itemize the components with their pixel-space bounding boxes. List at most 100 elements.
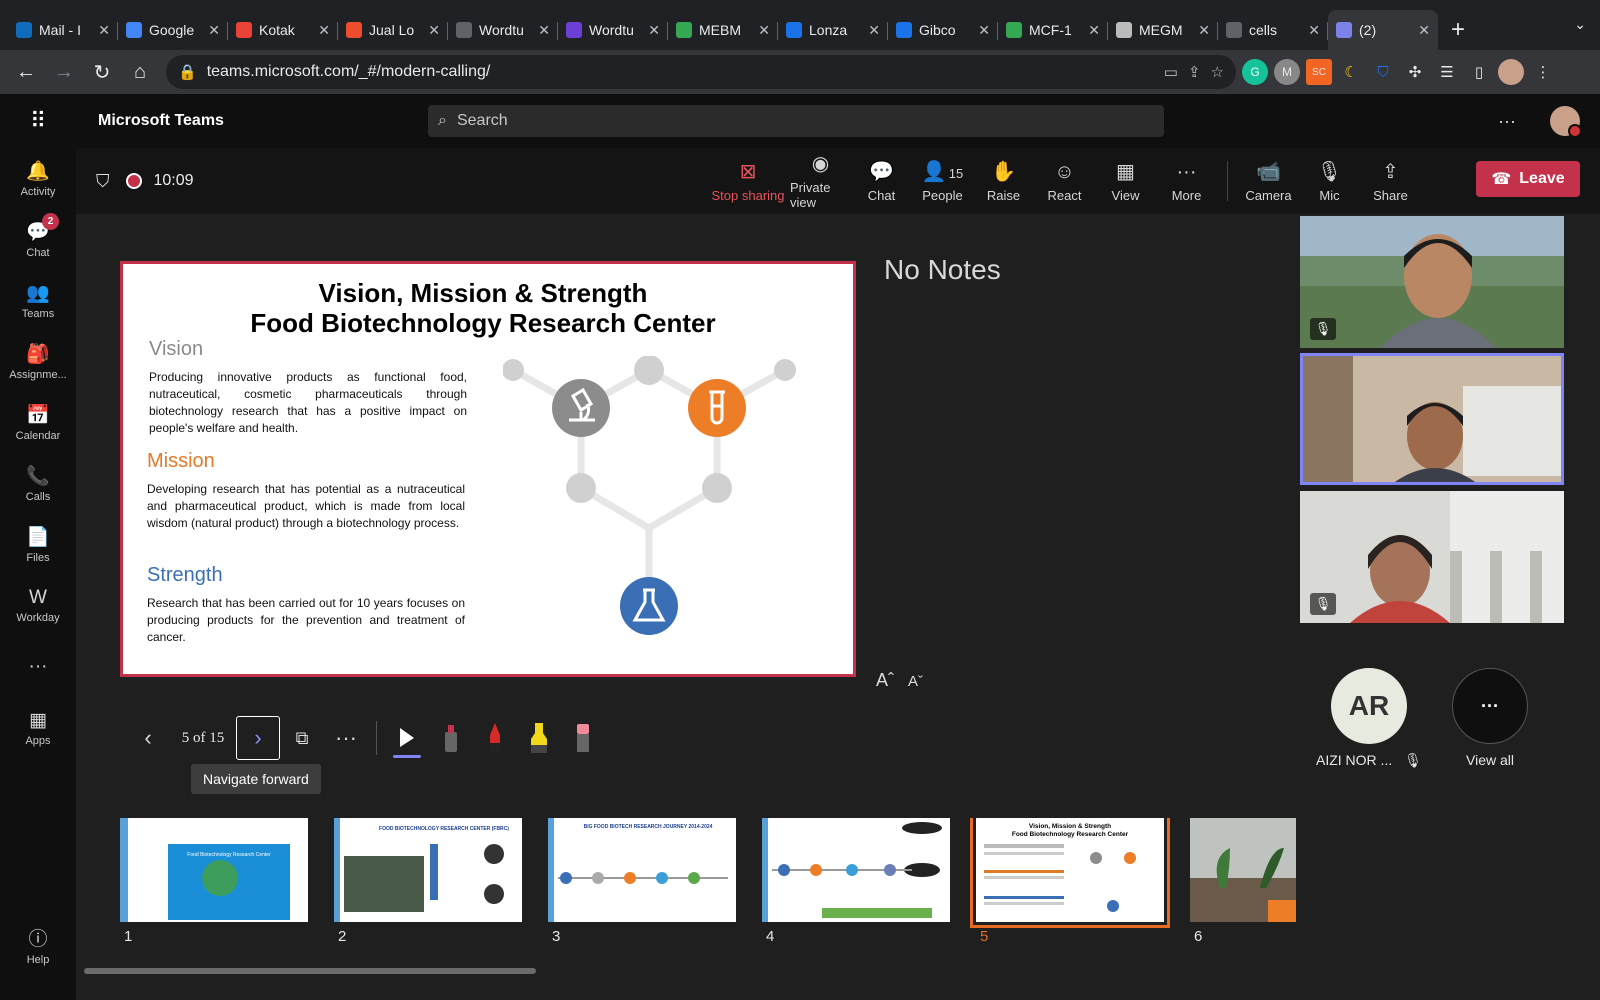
browser-tab[interactable]: Google ✕ <box>118 10 228 50</box>
close-tab-icon[interactable]: ✕ <box>1198 22 1210 39</box>
address-bar[interactable]: 🔒 teams.microsoft.com/_#/modern-calling/… <box>166 55 1236 89</box>
moon-icon[interactable]: ☾ <box>1338 59 1364 85</box>
browser-tab[interactable]: MEBM ✕ <box>668 10 778 50</box>
extension-m-icon[interactable]: M <box>1274 59 1300 85</box>
close-tab-icon[interactable]: ✕ <box>978 22 990 39</box>
share-icon[interactable]: ⇪ <box>1188 63 1201 81</box>
slide-thumbnail-6[interactable] <box>1190 818 1296 922</box>
browser-menu-icon[interactable]: ⋮ <box>1530 59 1556 85</box>
browser-tab[interactable]: Kotak ✕ <box>228 10 338 50</box>
stop-sharing-button[interactable]: ⊠ Stop sharing <box>706 160 790 203</box>
rail-item-help[interactable]: ⓘ Help <box>0 914 76 975</box>
tab-title: Google <box>149 22 195 38</box>
close-tab-icon[interactable]: ✕ <box>868 22 880 39</box>
browser-tab[interactable]: Lonza ✕ <box>778 10 888 50</box>
forward-button[interactable]: → <box>48 56 80 88</box>
navigate-forward-button[interactable]: › <box>236 716 280 760</box>
laser-pen-button[interactable] <box>429 716 473 760</box>
more-options-icon[interactable]: ··· <box>324 716 368 760</box>
close-tab-icon[interactable]: ✕ <box>1418 22 1430 39</box>
rail-item-files[interactable]: 📄 Files <box>0 514 76 575</box>
shield-icon[interactable]: ⛉ <box>96 171 110 192</box>
react-button[interactable]: ☺ React <box>1034 160 1095 203</box>
red-pen-button[interactable] <box>473 716 517 760</box>
rail-item-apps[interactable]: ▦ Apps <box>0 697 76 758</box>
rail-item-calls[interactable]: 📞 Calls <box>0 453 76 514</box>
slide-thumbnail-1[interactable]: Food Biotechnology Research Center <box>120 818 308 922</box>
camera-button[interactable]: 📹 Camera <box>1238 160 1299 203</box>
share-button[interactable]: ⇪ Share <box>1360 160 1421 203</box>
settings-more-icon[interactable]: ··· <box>1498 111 1516 132</box>
leave-button[interactable]: ☎ Leave <box>1476 161 1580 197</box>
close-tab-icon[interactable]: ✕ <box>648 22 660 39</box>
browser-tab[interactable]: MCF-1 ✕ <box>998 10 1108 50</box>
decrease-font-button[interactable]: Aˇ <box>908 670 923 691</box>
side-panel-icon[interactable]: ▯ <box>1466 59 1492 85</box>
rail-item-teams[interactable]: 👥 Teams <box>0 270 76 331</box>
participant-ar[interactable]: AR AIZI NOR ... 🎙 <box>1316 668 1422 769</box>
bookmark-star-icon[interactable]: ☆ <box>1211 63 1224 81</box>
close-tab-icon[interactable]: ✕ <box>538 22 550 39</box>
search-input[interactable]: ⌕ Search <box>428 105 1164 137</box>
slide-thumbnail-4[interactable] <box>762 818 950 922</box>
browser-tab[interactable]: Jual Lo ✕ <box>338 10 448 50</box>
people-button[interactable]: 👤 15 People <box>912 160 973 203</box>
slide-thumbnail-5[interactable]: Vision, Mission & Strength Food Biotechn… <box>970 818 1170 928</box>
eraser-button[interactable] <box>561 716 605 760</box>
more-button[interactable]: ··· More <box>1156 160 1217 203</box>
pointer-tool-button[interactable] <box>385 716 429 760</box>
chat-button[interactable]: 💬 Chat <box>851 160 912 203</box>
browser-tab[interactable]: Wordtu ✕ <box>558 10 668 50</box>
highlighter-button[interactable] <box>517 716 561 760</box>
divider <box>376 721 377 755</box>
close-tab-icon[interactable]: ✕ <box>758 22 770 39</box>
back-button[interactable]: ← <box>10 56 42 88</box>
rail-item-calendar[interactable]: 📅 Calendar <box>0 392 76 453</box>
navigate-back-button[interactable]: ‹ <box>126 716 170 760</box>
thumbnail-scrollbar[interactable] <box>84 968 536 974</box>
slide-grid-icon[interactable]: ⧉ <box>280 716 324 760</box>
mic-button[interactable]: 🎙 Mic <box>1299 160 1360 203</box>
close-tab-icon[interactable]: ✕ <box>98 22 110 39</box>
browser-tab[interactable]: Wordtu ✕ <box>448 10 558 50</box>
camera-icon[interactable]: ▭ <box>1164 63 1178 81</box>
grammarly-icon[interactable]: G <box>1242 59 1268 85</box>
home-button[interactable]: ⌂ <box>124 56 156 88</box>
slide-thumbnail-2[interactable]: FOOD BIOTECHNOLOGY RESEARCH CENTER (FBRC… <box>334 818 522 922</box>
browser-tab[interactable]: Gibco ✕ <box>888 10 998 50</box>
raise-button[interactable]: ✋ Raise <box>973 160 1034 203</box>
close-tab-icon[interactable]: ✕ <box>208 22 220 39</box>
video-tile-participant-1[interactable]: 🎙 <box>1300 216 1564 348</box>
participant-video <box>1300 216 1564 348</box>
video-tile-participant-3[interactable]: 🎙 <box>1300 491 1564 623</box>
extension-sc-icon[interactable]: SC <box>1306 59 1332 85</box>
rail-item-chat[interactable]: 💬 Chat 2 <box>0 209 76 270</box>
close-tab-icon[interactable]: ✕ <box>1088 22 1100 39</box>
reading-list-icon[interactable]: ☰ <box>1434 59 1460 85</box>
profile-avatar[interactable] <box>1498 59 1524 85</box>
browser-tab[interactable]: cells ✕ <box>1218 10 1328 50</box>
private-view-button[interactable]: ◉ Private view <box>790 152 851 210</box>
new-tab-button[interactable]: + <box>1438 10 1478 50</box>
close-tab-icon[interactable]: ✕ <box>1308 22 1320 39</box>
app-launcher-icon[interactable]: ⠿ <box>0 108 76 134</box>
increase-font-button[interactable]: Aˆ <box>876 670 894 691</box>
rail-item-activity[interactable]: 🔔 Activity <box>0 148 76 209</box>
shield-extension-icon[interactable]: ⛉ <box>1370 59 1396 85</box>
view-button[interactable]: ▦ View <box>1095 160 1156 203</box>
close-tab-icon[interactable]: ✕ <box>428 22 440 39</box>
user-avatar[interactable] <box>1550 106 1582 138</box>
rail-item-assignme[interactable]: 🎒 Assignme... <box>0 331 76 392</box>
puzzle-icon[interactable]: ✣ <box>1402 59 1428 85</box>
rail-item-workday[interactable]: W Workday <box>0 575 76 636</box>
slide-thumbnail-3[interactable]: BIG FOOD BIOTECH RESEARCH JOURNEY 2014-2… <box>548 818 736 922</box>
reload-button[interactable]: ↻ <box>86 56 118 88</box>
video-tile-participant-2[interactable] <box>1300 353 1564 485</box>
rail-item-more[interactable]: ··· <box>0 636 76 697</box>
tab-search-chevron-icon[interactable]: ⌄ <box>1574 16 1586 33</box>
browser-tab[interactable]: MEGM ✕ <box>1108 10 1218 50</box>
browser-tab[interactable]: (2) ✕ <box>1328 10 1438 50</box>
view-all-participants[interactable]: ··· View all <box>1452 668 1528 768</box>
browser-tab[interactable]: Mail - I ✕ <box>8 10 118 50</box>
close-tab-icon[interactable]: ✕ <box>318 22 330 39</box>
